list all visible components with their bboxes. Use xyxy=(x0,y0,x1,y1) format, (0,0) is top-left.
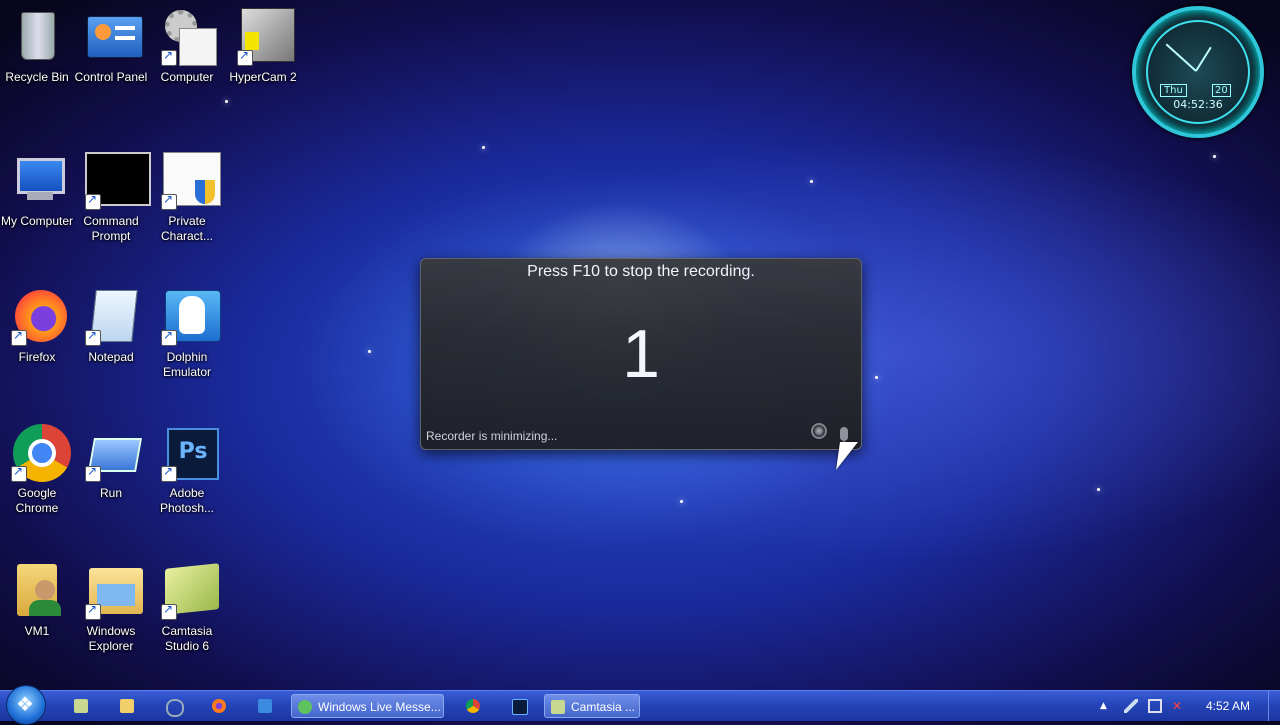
clock-day: Thu xyxy=(1160,84,1187,97)
star xyxy=(1213,155,1216,158)
shortcut-arrow-icon xyxy=(161,464,177,482)
desktop-icon-camtasia-studio[interactable]: Camtasia Studio 6 xyxy=(150,562,224,654)
photoshop-icon: Ps xyxy=(159,424,219,482)
taskbar-button-messenger[interactable]: Windows Live Messe... xyxy=(291,694,444,718)
pen-icon[interactable] xyxy=(1124,699,1138,713)
camtasia-icon xyxy=(74,699,88,713)
messenger-icon xyxy=(298,700,312,714)
camtasia-icon xyxy=(551,700,565,714)
show-desktop-button[interactable] xyxy=(1268,691,1280,721)
folder-icon xyxy=(120,699,134,713)
monitor-icon xyxy=(9,152,65,208)
star xyxy=(482,146,485,149)
desktop-icon-recycle-bin[interactable]: Recycle Bin xyxy=(0,8,74,85)
recorder-instruction: Press F10 to stop the recording. xyxy=(527,263,755,280)
shortcut-arrow-icon xyxy=(161,602,177,620)
desktop-icon-dolphin-emulator[interactable]: Dolphin Emulator xyxy=(150,288,224,380)
star xyxy=(875,376,878,379)
run-icon xyxy=(83,424,142,482)
folder-icon xyxy=(83,562,143,620)
mouse-pointer-icon xyxy=(836,442,858,470)
quicklaunch-firefox[interactable] xyxy=(206,694,232,718)
microphone-icon[interactable] xyxy=(840,427,848,445)
shortcut-arrow-icon xyxy=(161,48,177,66)
desktop-icon-firefox[interactable]: Firefox xyxy=(0,288,74,365)
shortcut-arrow-icon xyxy=(237,48,253,66)
shortcut-arrow-icon xyxy=(85,602,101,620)
user-folder-icon xyxy=(9,562,65,618)
desktop-icon-vm1[interactable]: VM1 xyxy=(0,562,74,639)
desktop-icon-my-computer[interactable]: My Computer xyxy=(0,152,74,229)
recorder-status: Recorder is minimizing... xyxy=(426,429,558,443)
network-icon[interactable] xyxy=(1148,699,1162,713)
desktop-icon-run[interactable]: Run xyxy=(74,424,148,501)
control-panel-icon xyxy=(83,8,143,64)
computer-icon xyxy=(159,8,217,66)
star xyxy=(810,180,813,183)
desktop-icon-private-character[interactable]: Private Charact... xyxy=(150,152,224,244)
shortcut-arrow-icon xyxy=(11,328,27,346)
star xyxy=(225,100,228,103)
webcam-icon[interactable] xyxy=(811,423,827,439)
quicklaunch-photoshop[interactable] xyxy=(506,694,532,718)
volume-muted-icon[interactable]: ✕ xyxy=(1172,699,1186,713)
taskbar-button-label: Camtasia ... xyxy=(571,700,636,714)
star xyxy=(368,350,371,353)
shortcut-arrow-icon xyxy=(85,192,101,210)
quicklaunch-chrome[interactable] xyxy=(460,694,486,718)
show-hidden-icons-button[interactable]: ▲ xyxy=(1100,699,1114,713)
firefox-icon xyxy=(9,288,67,346)
camtasia-icon xyxy=(159,562,219,620)
desktop-icon-windows-explorer[interactable]: Windows Explorer xyxy=(74,562,148,654)
shortcut-arrow-icon xyxy=(85,328,101,346)
desktop-icon-google-chrome[interactable]: Google Chrome xyxy=(0,424,74,516)
chrome-icon xyxy=(466,699,480,713)
recorder-countdown: 1 xyxy=(622,316,660,392)
quicklaunch-dolphin[interactable] xyxy=(252,694,278,718)
taskbar: Windows Live Messe... Camtasia ... ▲ ✕ 4… xyxy=(0,685,1280,725)
shortcut-arrow-icon xyxy=(85,464,101,482)
star xyxy=(680,500,683,503)
dolphin-icon xyxy=(159,288,221,346)
command-prompt-icon xyxy=(83,152,151,210)
hypercam-icon xyxy=(235,8,295,66)
clock-time: 04:52:36 xyxy=(1173,98,1223,111)
desktop-icon-notepad[interactable]: Notepad xyxy=(74,288,148,365)
recorder-panel: Press F10 to stop the recording. 1 Recor… xyxy=(420,258,862,450)
desktop-icon-command-prompt[interactable]: Command Prompt xyxy=(74,152,151,244)
quicklaunch-explorer[interactable] xyxy=(114,694,140,718)
quicklaunch-camtasia[interactable] xyxy=(68,694,94,718)
photoshop-icon xyxy=(512,699,528,715)
star xyxy=(1097,488,1100,491)
chrome-icon xyxy=(9,424,71,482)
clock-gadget[interactable]: Thu 20 04:52:36 xyxy=(1132,6,1264,138)
taskbar-button-label: Windows Live Messe... xyxy=(318,700,441,714)
desktop-icon-hypercam[interactable]: HyperCam 2 xyxy=(226,8,300,85)
desktop-icon-control-panel[interactable]: Control Panel xyxy=(74,8,148,85)
private-character-icon xyxy=(159,152,221,210)
shortcut-arrow-icon xyxy=(11,464,27,482)
start-button[interactable] xyxy=(6,685,46,725)
desktop-icon-computer[interactable]: Computer xyxy=(150,8,224,85)
shortcut-arrow-icon xyxy=(161,192,177,210)
taskbar-button-camtasia[interactable]: Camtasia ... xyxy=(544,694,640,718)
recycle-bin-icon xyxy=(9,8,65,64)
shortcut-arrow-icon xyxy=(161,328,177,346)
taskbar-clock[interactable]: 4:52 AM xyxy=(1206,691,1250,721)
quicklaunch-switch-windows[interactable] xyxy=(160,694,186,718)
switch-windows-icon xyxy=(166,699,184,717)
notepad-icon xyxy=(83,288,139,346)
firefox-icon xyxy=(212,699,226,713)
desktop-icon-adobe-photoshop[interactable]: Ps Adobe Photosh... xyxy=(150,424,224,516)
dolphin-icon xyxy=(258,699,272,713)
clock-date: 20 xyxy=(1212,84,1231,97)
